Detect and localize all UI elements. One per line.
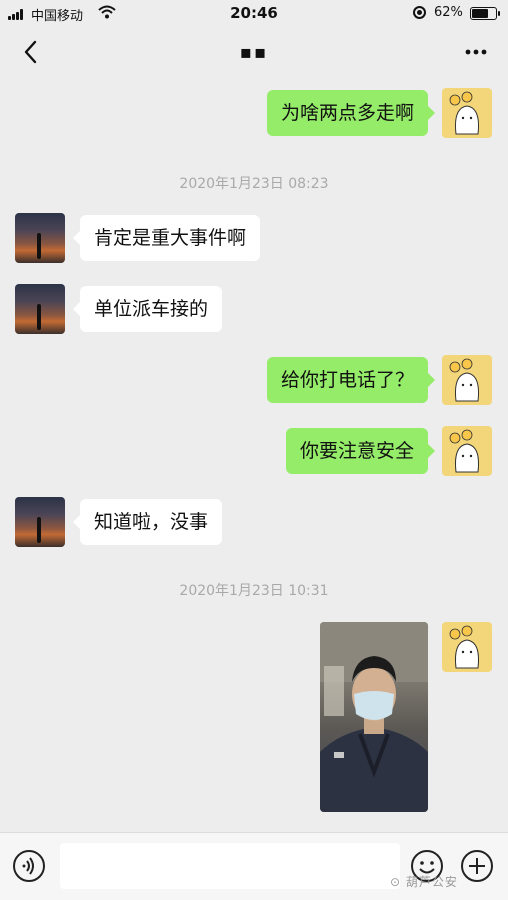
status-time: 20:46 [230,4,278,22]
selfie-photo-icon [320,622,428,812]
received-message-bubble[interactable]: 肯定是重大事件啊 [72,215,261,261]
photo-message[interactable] [320,622,428,812]
cute-bear-avatar-icon [449,358,479,402]
sent-message-bubble[interactable]: 为啥两点多走啊 [266,90,436,136]
chat-title: ▪▪ [239,42,269,63]
cute-bear-avatar-icon [449,91,479,135]
contact-avatar[interactable] [15,213,65,263]
more-dots-icon[interactable] [462,38,490,66]
cute-bear-avatar-icon [449,625,479,669]
message-timestamp: 2020年1月23日 10:31 [179,583,329,599]
cute-bear-avatar-icon [449,429,479,473]
received-message-bubble[interactable]: 知道啦，没事 [72,499,223,545]
message-timestamp: 2020年1月23日 08:23 [179,176,329,192]
plus-icon[interactable] [460,849,494,883]
contact-avatar[interactable] [15,284,65,334]
message-list[interactable]: 为啥两点多走啊 2020年1月23日 08:23 肯定是重大事件啊 单位派车接的… [0,78,508,832]
battery-percent: 62% [434,5,463,20]
watermark-text: ⊙ 葫芦公安 [390,875,458,889]
orientation-lock-icon [413,6,426,19]
voice-icon[interactable] [12,849,46,883]
message-input[interactable] [60,843,400,889]
input-bar: ⊙ 葫芦公安 [0,832,508,900]
battery-icon [470,7,500,20]
battery-level [472,9,488,18]
sent-message-bubble[interactable]: 你要注意安全 [285,428,436,474]
sent-message-bubble[interactable]: 给你打电话了？ [266,357,436,403]
received-message-bubble[interactable]: 单位派车接的 [72,286,223,332]
my-avatar[interactable] [442,426,492,476]
contact-avatar[interactable] [15,497,65,547]
chat-header: ▪▪ [0,28,508,78]
my-avatar[interactable] [442,88,492,138]
my-avatar[interactable] [442,622,492,672]
my-avatar[interactable] [442,355,492,405]
status-bar: 中国移动 20:46 62% [0,0,508,28]
